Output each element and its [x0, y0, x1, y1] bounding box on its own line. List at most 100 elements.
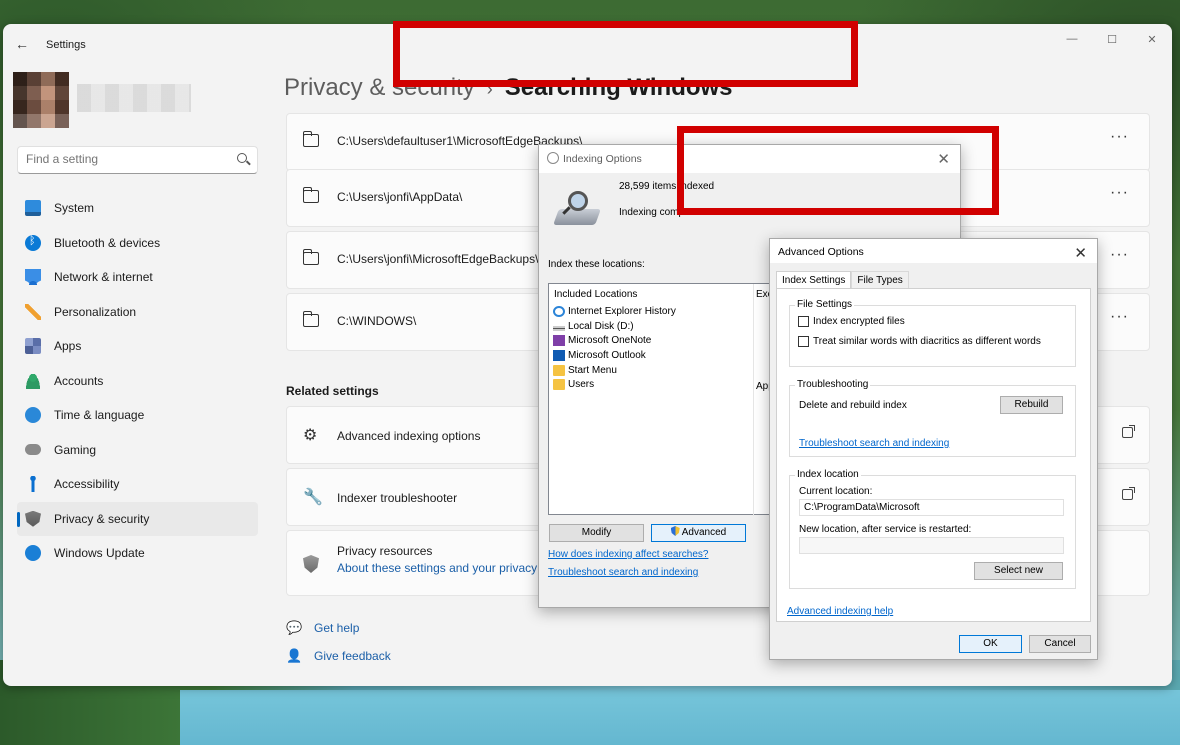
maximize-icon: ☐ [1107, 33, 1117, 46]
give-feedback-label: Give feedback [314, 649, 391, 663]
more-options-button[interactable]: ··· [1110, 246, 1129, 264]
file-settings-title: File Settings [795, 299, 855, 310]
get-help-link[interactable]: 💬 Get help [286, 621, 359, 636]
maximize-button[interactable]: ☐ [1092, 24, 1132, 54]
sidebar-item-label: System [54, 201, 95, 216]
back-button[interactable]: ← [15, 36, 31, 52]
folder-icon [303, 311, 319, 327]
checkbox-label: Index encrypted files [813, 316, 905, 327]
sidebar-item-gaming[interactable]: Gaming [17, 433, 258, 468]
globe-clock-icon [25, 407, 41, 424]
indexing-status: Indexing comp [619, 207, 685, 218]
list-item[interactable]: Internet Explorer History [553, 306, 676, 317]
ok-button[interactable]: OK [959, 635, 1022, 653]
brush-icon [25, 303, 41, 320]
privacy-resources-link[interactable]: About these settings and your privacy [337, 561, 537, 575]
advanced-dialog-titlebar: Advanced Options ✕ [770, 239, 1097, 263]
rebuild-button[interactable]: Rebuild [1000, 396, 1063, 414]
more-options-button[interactable]: ··· [1110, 184, 1129, 202]
feedback-icon: 👤 [286, 648, 303, 663]
excluded-location-path: C:\Users\jonfi\MicrosoftEdgeBackups\ [337, 252, 539, 266]
folder-icon [553, 365, 565, 376]
sidebar-item-apps[interactable]: Apps [17, 329, 258, 364]
list-item[interactable]: Start Menu [553, 365, 617, 376]
advanced-indexing-help-link[interactable]: Advanced indexing help [787, 606, 893, 617]
diacritics-checkbox[interactable]: Treat similar words with diacritics as d… [798, 336, 1041, 347]
list-item-label: Microsoft OneNote [568, 335, 652, 346]
troubleshoot-search-link[interactable]: Troubleshoot search and indexing [548, 567, 698, 578]
list-item[interactable]: Microsoft Outlook [553, 350, 646, 361]
search-box[interactable] [17, 146, 258, 174]
related-settings-heading: Related settings [286, 384, 379, 398]
rebuild-description: Delete and rebuild index [799, 400, 907, 411]
sidebar-item-accessibility[interactable]: Accessibility [17, 467, 258, 502]
close-button[interactable]: ✕ [1132, 24, 1172, 54]
index-encrypted-checkbox[interactable]: Index encrypted files [798, 316, 905, 327]
sidebar-nav: System Bluetooth & devices Network & int… [17, 191, 258, 571]
sidebar-item-label: Network & internet [54, 270, 153, 285]
cancel-button[interactable]: Cancel [1029, 635, 1091, 653]
sidebar-item-bluetooth[interactable]: Bluetooth & devices [17, 226, 258, 261]
sidebar-item-network[interactable]: Network & internet [17, 260, 258, 295]
modify-button[interactable]: Modify [549, 524, 644, 542]
desktop-water [180, 690, 1180, 745]
window-controls: — ☐ ✕ [1052, 24, 1172, 54]
ie-icon [553, 306, 565, 317]
column-header-included[interactable]: Included Locations [554, 289, 637, 300]
list-item[interactable]: Users [553, 379, 594, 390]
uac-shield-icon [670, 526, 680, 536]
apps-icon [25, 338, 41, 355]
sidebar-item-label: Accounts [54, 373, 104, 388]
avatar[interactable] [13, 72, 69, 128]
folder-icon [553, 379, 565, 390]
advanced-options-dialog: Advanced Options ✕ Index Settings File T… [769, 238, 1098, 660]
sidebar-item-personalization[interactable]: Personalization [17, 295, 258, 330]
search-icon[interactable] [237, 153, 247, 163]
current-location-field: C:\ProgramData\Microsoft [799, 499, 1064, 516]
sidebar-item-label: Personalization [54, 304, 137, 319]
tab-file-types[interactable]: File Types [851, 271, 909, 289]
shield-icon [303, 555, 319, 573]
troubleshooting-group: Troubleshooting Delete and rebuild index… [789, 379, 1076, 457]
onenote-icon [553, 335, 565, 346]
advanced-button-label: Advanced [681, 527, 727, 538]
current-location-label: Current location: [799, 486, 873, 497]
list-item[interactable]: Local Disk (D:) [553, 321, 634, 332]
more-options-button[interactable]: ··· [1110, 128, 1129, 146]
list-item-label: Local Disk (D:) [568, 321, 634, 332]
annotation-highlight-box [677, 126, 999, 215]
indexing-affect-searches-link[interactable]: How does indexing affect searches? [548, 549, 708, 560]
gear-icon: ⚙ [303, 427, 318, 444]
person-icon [25, 372, 41, 389]
folder-icon [303, 187, 319, 203]
advanced-tabs: Index Settings File Types [776, 271, 909, 289]
outlook-icon [553, 350, 565, 361]
give-feedback-link[interactable]: 👤 Give feedback [286, 648, 391, 664]
close-icon: ✕ [1147, 33, 1157, 46]
excluded-location-path: C:\WINDOWS\ [337, 314, 417, 328]
sidebar-item-label: Apps [54, 339, 82, 354]
select-new-button[interactable]: Select new [974, 562, 1063, 580]
more-options-button[interactable]: ··· [1110, 308, 1129, 326]
checkbox-box[interactable] [798, 316, 809, 327]
sidebar-item-label: Windows Update [54, 546, 145, 561]
minimize-button[interactable]: — [1052, 24, 1092, 54]
list-item-label: Start Menu [568, 365, 617, 376]
sidebar-item-label: Privacy & security [54, 511, 150, 526]
checkbox-box[interactable] [798, 336, 809, 347]
advanced-button[interactable]: Advanced [651, 524, 746, 542]
troubleshooting-title: Troubleshooting [795, 379, 871, 390]
sidebar-item-system[interactable]: System [17, 191, 258, 226]
sidebar-item-time-language[interactable]: Time & language [17, 398, 258, 433]
list-item[interactable]: Microsoft OneNote [553, 335, 651, 346]
troubleshoot-search-link[interactable]: Troubleshoot search and indexing [799, 438, 949, 449]
tab-index-settings[interactable]: Index Settings [776, 271, 852, 289]
search-input[interactable] [26, 152, 226, 166]
privacy-resources-title: Privacy resources [337, 544, 433, 558]
sidebar-item-label: Gaming [54, 442, 97, 457]
sidebar-item-windows-update[interactable]: Windows Update [17, 536, 258, 571]
arrow-left-icon: ← [15, 36, 29, 52]
sidebar-item-privacy-security[interactable]: Privacy & security [17, 501, 258, 536]
sidebar-item-accounts[interactable]: Accounts [17, 364, 258, 399]
close-icon[interactable]: ✕ [1074, 244, 1087, 262]
